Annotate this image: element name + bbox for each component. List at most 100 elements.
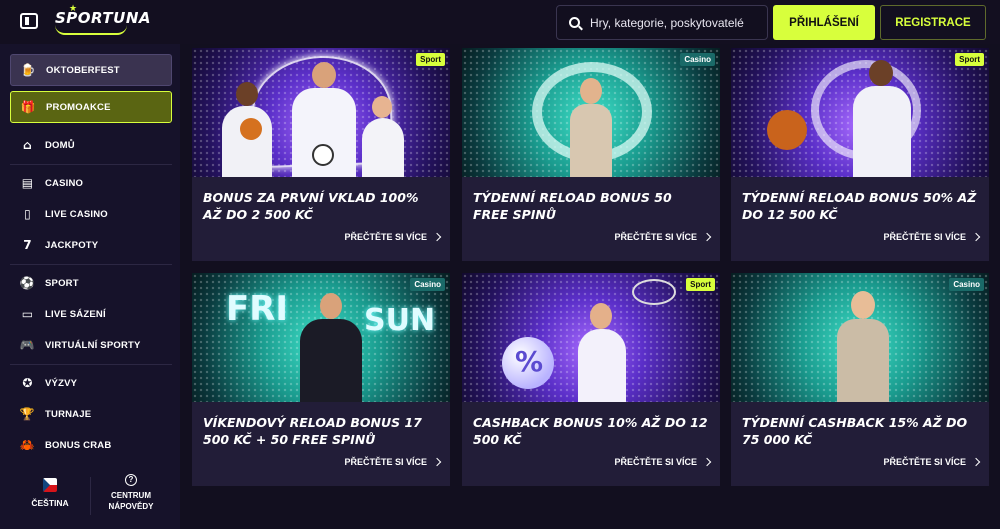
- chevron-right-icon: [432, 232, 442, 242]
- sidebar-item-oktoberfest[interactable]: 🍺 OKTOBERFEST: [10, 54, 172, 86]
- chevron-right-icon: [971, 457, 981, 467]
- sidebar-footer: ČEŠTINA ? CENTRUM NÁPOVĚDY: [0, 472, 180, 529]
- home-icon: ⌂: [23, 138, 32, 152]
- promo-title: TÝDENNÍ CASHBACK 15% AŽ DO 75 000 KČ: [742, 415, 968, 447]
- beer-icon: 🍺: [20, 63, 37, 77]
- chevron-right-icon: [432, 457, 442, 467]
- sidebar-item-label: VÝZVY: [45, 377, 78, 389]
- chevron-right-icon: [702, 457, 712, 467]
- art-text-sun: SUN: [364, 303, 436, 338]
- sidebar-item-casino[interactable]: ▤ CASINO: [10, 169, 172, 197]
- top-header: ★ SPORTUNA PŘIHLÁŠENÍ REGISTRACE: [0, 0, 1000, 44]
- promo-title: CASHBACK BONUS 10% AŽ DO 12 500 KČ: [473, 415, 708, 447]
- sidebar-item-sport[interactable]: ⚽ SPORT: [10, 269, 172, 297]
- read-more-link[interactable]: PŘEČTĚTE SI VÍCE: [614, 232, 712, 242]
- language-selector[interactable]: ČEŠTINA: [28, 478, 72, 508]
- sidebar-item-label: TURNAJE: [45, 408, 92, 420]
- footer-divider: [90, 477, 91, 515]
- promo-image-basketball: Sport: [731, 48, 989, 177]
- logo-swoosh: [55, 25, 127, 35]
- sidebar-item-vyzvy[interactable]: ✪ VÝZVY: [10, 369, 172, 397]
- gamepad-icon: 🎮: [19, 338, 36, 352]
- badge-icon: ✪: [22, 376, 33, 390]
- promo-card[interactable]: Sport BONUS ZA PRVNÍ VKLAD 100% AŽ DO 2 …: [192, 48, 450, 261]
- register-button[interactable]: REGISTRACE: [880, 5, 986, 40]
- read-more-label: PŘEČTĚTE SI VÍCE: [883, 232, 966, 242]
- chevron-right-icon: [702, 232, 712, 242]
- promo-image-weekly-cashback: Casino: [731, 273, 989, 402]
- promo-card[interactable]: FRI SUN Casino VÍKENDOVÝ RELOAD BONUS 17…: [192, 273, 450, 486]
- sidebar-item-label: VIRTUÁLNÍ SPORTY: [45, 339, 141, 351]
- promo-image-cashback-tennis: % Sport: [462, 273, 720, 402]
- gift-icon: 🎁: [20, 100, 37, 114]
- crab-icon: 🦀: [19, 438, 36, 452]
- help-label-line2: NÁPOVĚDY: [108, 502, 154, 511]
- sidebar-item-label: LIVE SÁZENÍ: [45, 308, 106, 320]
- ball-icon: ⚽: [19, 276, 36, 290]
- sidebar-item-label: SPORT: [45, 277, 79, 289]
- star-icon: ★: [69, 4, 78, 14]
- read-more-label: PŘEČTĚTE SI VÍCE: [614, 457, 697, 467]
- promo-card[interactable]: Casino TÝDENNÍ RELOAD BONUS 50 FREE SPIN…: [462, 48, 720, 261]
- read-more-label: PŘEČTĚTE SI VÍCE: [344, 232, 427, 242]
- sidebar-item-label: LIVE CASINO: [45, 208, 108, 220]
- sidebar-item-domu[interactable]: ⌂ DOMŮ: [10, 131, 172, 159]
- login-button[interactable]: PŘIHLÁŠENÍ: [773, 5, 875, 40]
- read-more-label: PŘEČTĚTE SI VÍCE: [883, 457, 966, 467]
- logo[interactable]: ★ SPORTUNA: [55, 4, 151, 35]
- category-badge: Casino: [410, 278, 445, 291]
- search-input[interactable]: [590, 15, 760, 30]
- sidebar-divider: [10, 264, 172, 265]
- sidebar-item-live-casino[interactable]: ▯ LIVE CASINO: [10, 200, 172, 228]
- czech-flag-icon: [43, 478, 57, 492]
- search-icon: [569, 17, 580, 28]
- help-label-line1: CENTRUM: [111, 491, 151, 500]
- monitor-icon: ▭: [21, 307, 34, 321]
- sidebar-item-turnaje[interactable]: 🏆 TURNAJE: [10, 400, 172, 428]
- sidebar-divider: [10, 364, 172, 365]
- promo-title: TÝDENNÍ RELOAD BONUS 50 FREE SPINŮ: [473, 190, 672, 222]
- read-more-link[interactable]: PŘEČTĚTE SI VÍCE: [344, 232, 442, 242]
- sidebar-item-bonus-crab[interactable]: 🦀 BONUS CRAB: [10, 431, 172, 459]
- promo-card[interactable]: % Sport CASHBACK BONUS 10% AŽ DO 12 500 …: [462, 273, 720, 486]
- promo-image-weekend-reload: FRI SUN Casino: [192, 273, 450, 402]
- category-badge: Casino: [680, 53, 715, 66]
- category-badge: Casino: [949, 278, 984, 291]
- read-more-link[interactable]: PŘEČTĚTE SI VÍCE: [883, 232, 981, 242]
- sidebar-item-label: OKTOBERFEST: [46, 64, 120, 76]
- seven-icon: 7: [23, 238, 32, 252]
- sidebar-toggle-icon[interactable]: [20, 13, 38, 29]
- sidebar: 🍺 OKTOBERFEST 🎁 PROMOAKCE ⌂ DOMŮ ▤ CASIN…: [0, 44, 180, 529]
- sidebar-item-label: BONUS CRAB: [45, 439, 112, 451]
- sidebar-item-jackpoty[interactable]: 7 JACKPOTY: [10, 231, 172, 259]
- cards-icon: ▤: [21, 176, 34, 190]
- sidebar-item-label: DOMŮ: [45, 139, 75, 151]
- read-more-link[interactable]: PŘEČTĚTE SI VÍCE: [344, 457, 442, 467]
- art-text-fri: FRI: [226, 289, 289, 329]
- help-icon: ?: [125, 474, 137, 486]
- chevron-right-icon: [971, 232, 981, 242]
- category-badge: Sport: [955, 53, 984, 66]
- sidebar-item-virtualni-sporty[interactable]: 🎮 VIRTUÁLNÍ SPORTY: [10, 331, 172, 359]
- language-label: ČEŠTINA: [31, 498, 69, 508]
- search-box[interactable]: [556, 5, 768, 40]
- trophy-icon: 🏆: [19, 407, 36, 421]
- promo-card[interactable]: Casino TÝDENNÍ CASHBACK 15% AŽ DO 75 000…: [731, 273, 989, 486]
- sidebar-item-label: JACKPOTY: [45, 239, 99, 251]
- read-more-link[interactable]: PŘEČTĚTE SI VÍCE: [614, 457, 712, 467]
- phone-icon: ▯: [24, 207, 31, 221]
- category-badge: Sport: [416, 53, 445, 66]
- promo-image-reload-spins: Casino: [462, 48, 720, 177]
- promo-title: VÍKENDOVÝ RELOAD BONUS 17 500 KČ + 50 FR…: [203, 415, 422, 447]
- promo-title: BONUS ZA PRVNÍ VKLAD 100% AŽ DO 2 500 KČ: [203, 190, 419, 222]
- category-badge: Sport: [686, 278, 715, 291]
- sidebar-divider: [10, 164, 172, 165]
- percent-ball-text: %: [515, 345, 544, 378]
- sidebar-item-live-sazeni[interactable]: ▭ LIVE SÁZENÍ: [10, 300, 172, 328]
- promo-card[interactable]: Sport TÝDENNÍ RELOAD BONUS 50% AŽ DO 12 …: [731, 48, 989, 261]
- read-more-link[interactable]: PŘEČTĚTE SI VÍCE: [883, 457, 981, 467]
- sidebar-item-label: PROMOAKCE: [46, 101, 111, 113]
- help-center-link[interactable]: ? CENTRUM NÁPOVĚDY: [100, 474, 162, 512]
- read-more-label: PŘEČTĚTE SI VÍCE: [344, 457, 427, 467]
- sidebar-item-promoakce[interactable]: 🎁 PROMOAKCE: [10, 91, 172, 123]
